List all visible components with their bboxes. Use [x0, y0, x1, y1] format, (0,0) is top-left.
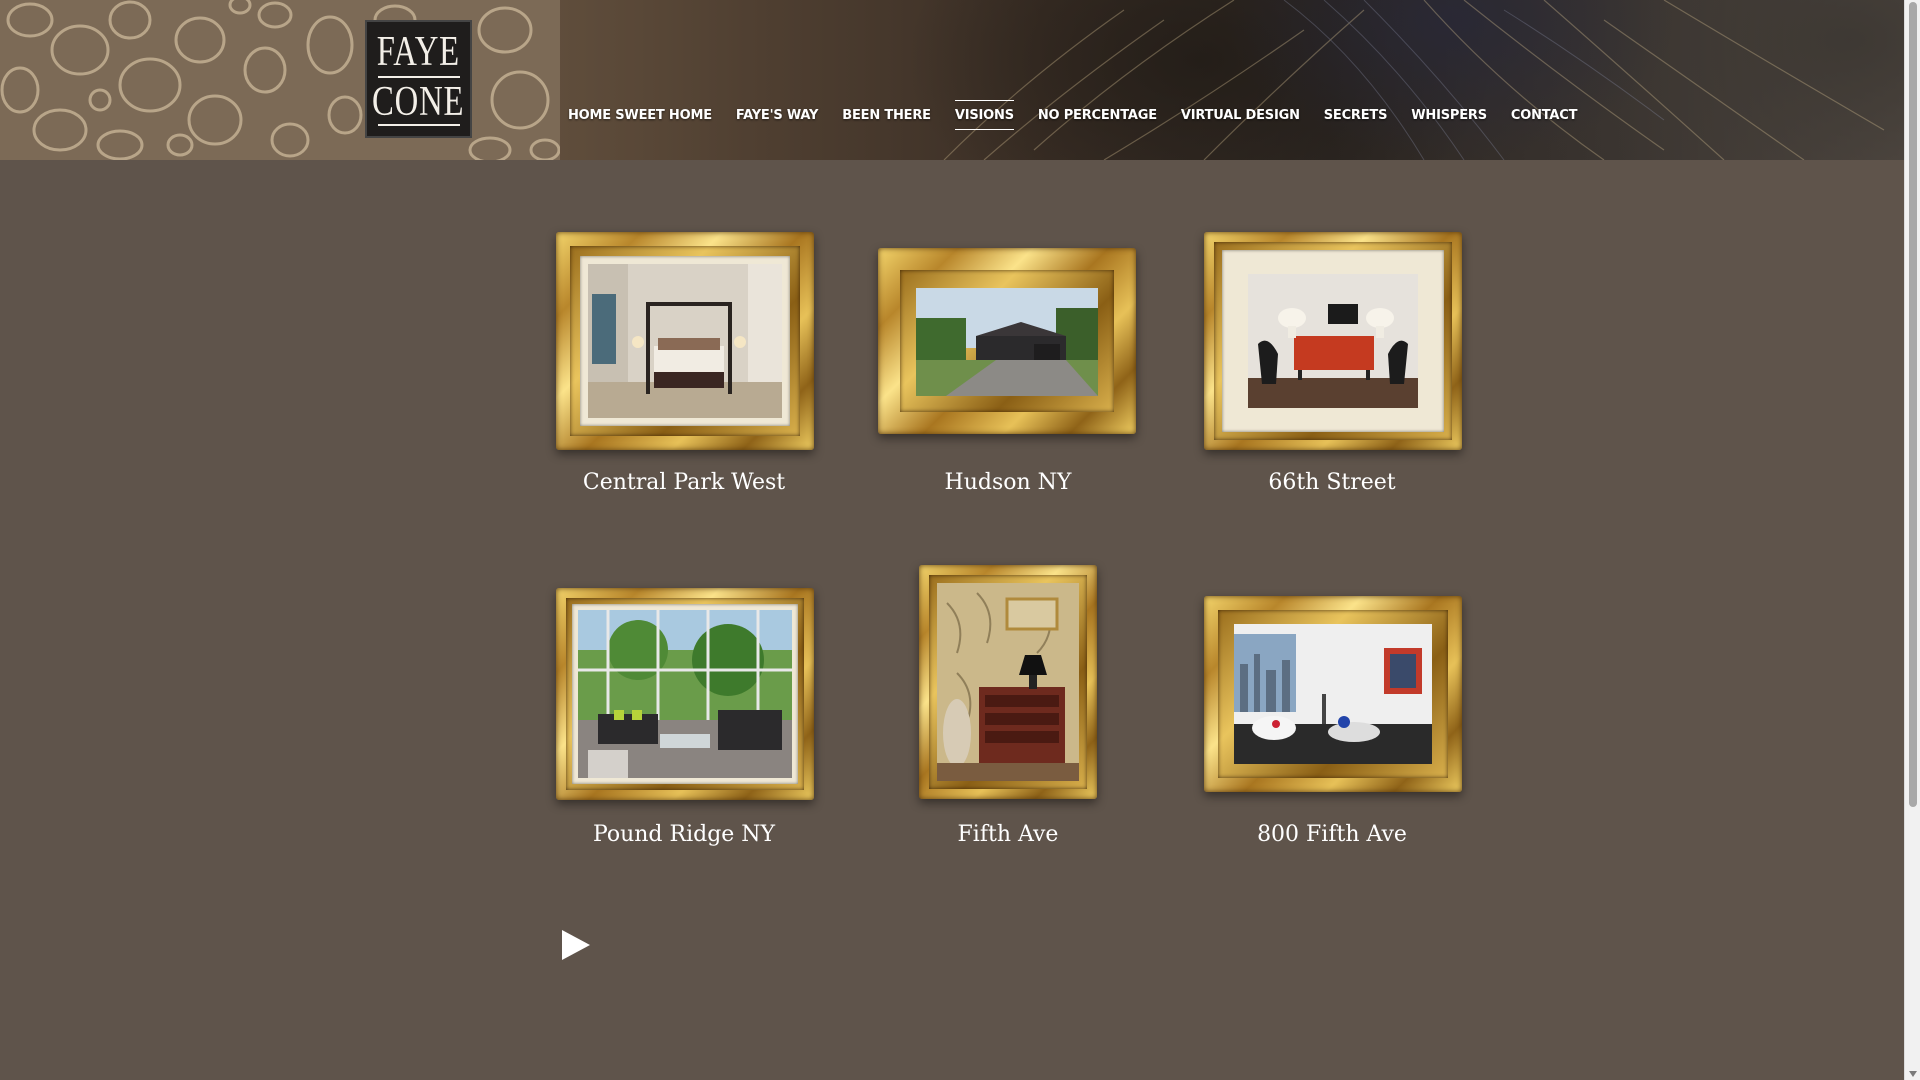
nav-item-whispers[interactable]: WHISPERS [1399, 108, 1499, 123]
faye-cone-logo[interactable]: FAYE CONE [365, 20, 472, 138]
main-navigation: HOME SWEET HOME FAYE'S WAY BEEN THERE VI… [556, 100, 1589, 130]
project-title[interactable]: Central Park West [534, 470, 834, 495]
logo-word-top: FAYE [376, 29, 461, 75]
site-header: FAYE CONE HOME SWEET HOME FAYE'S WAY BEE… [0, 0, 1904, 160]
project-photo-sunroom [578, 610, 792, 778]
nav-item-contact[interactable]: CONTACT [1499, 108, 1589, 123]
gold-frame [878, 248, 1136, 434]
nav-item-no-percentage[interactable]: NO PERCENTAGE [1026, 108, 1169, 123]
gold-frame [556, 588, 814, 800]
project-title[interactable]: Pound Ridge NY [534, 822, 834, 847]
nav-item-home-sweet-home[interactable]: HOME SWEET HOME [556, 108, 724, 123]
fur-texture-background [943, 0, 1885, 160]
scroll-down-arrow-icon[interactable] [1909, 1071, 1917, 1077]
scrollbar-thumb[interactable] [1909, 2, 1917, 807]
logo-word-bottom: CONE [372, 79, 465, 125]
nav-item-been-there[interactable]: BEEN THERE [830, 108, 943, 123]
nav-item-fayes-way[interactable]: FAYE'S WAY [724, 108, 830, 123]
project-title[interactable]: Hudson NY [858, 470, 1158, 495]
play-icon[interactable] [562, 930, 590, 960]
project-photo-foyer-chest [937, 583, 1079, 781]
project-title[interactable]: 66th Street [1182, 470, 1482, 495]
visions-gallery: Central Park West Hudson NY 66th Street … [0, 160, 1904, 1080]
project-photo-penthouse-living [1234, 624, 1432, 764]
project-title[interactable]: 800 Fifth Ave [1182, 822, 1482, 847]
nav-item-secrets[interactable]: SECRETS [1312, 108, 1400, 123]
gold-frame [1204, 232, 1462, 450]
logo-divider [377, 76, 460, 78]
project-photo-bedroom [588, 264, 782, 418]
project-title[interactable]: Fifth Ave [858, 822, 1158, 847]
nav-item-virtual-design[interactable]: VIRTUAL DESIGN [1169, 108, 1312, 123]
nav-item-visions[interactable]: VISIONS [943, 100, 1026, 130]
gold-frame [1204, 596, 1462, 792]
gold-frame [919, 565, 1097, 799]
project-photo-living-room-red-cabinet [1248, 274, 1418, 408]
page-scrollbar[interactable] [1904, 0, 1920, 1080]
gold-frame [556, 232, 814, 450]
circle-pattern-background [0, 0, 560, 160]
project-photo-country-house [916, 288, 1098, 396]
